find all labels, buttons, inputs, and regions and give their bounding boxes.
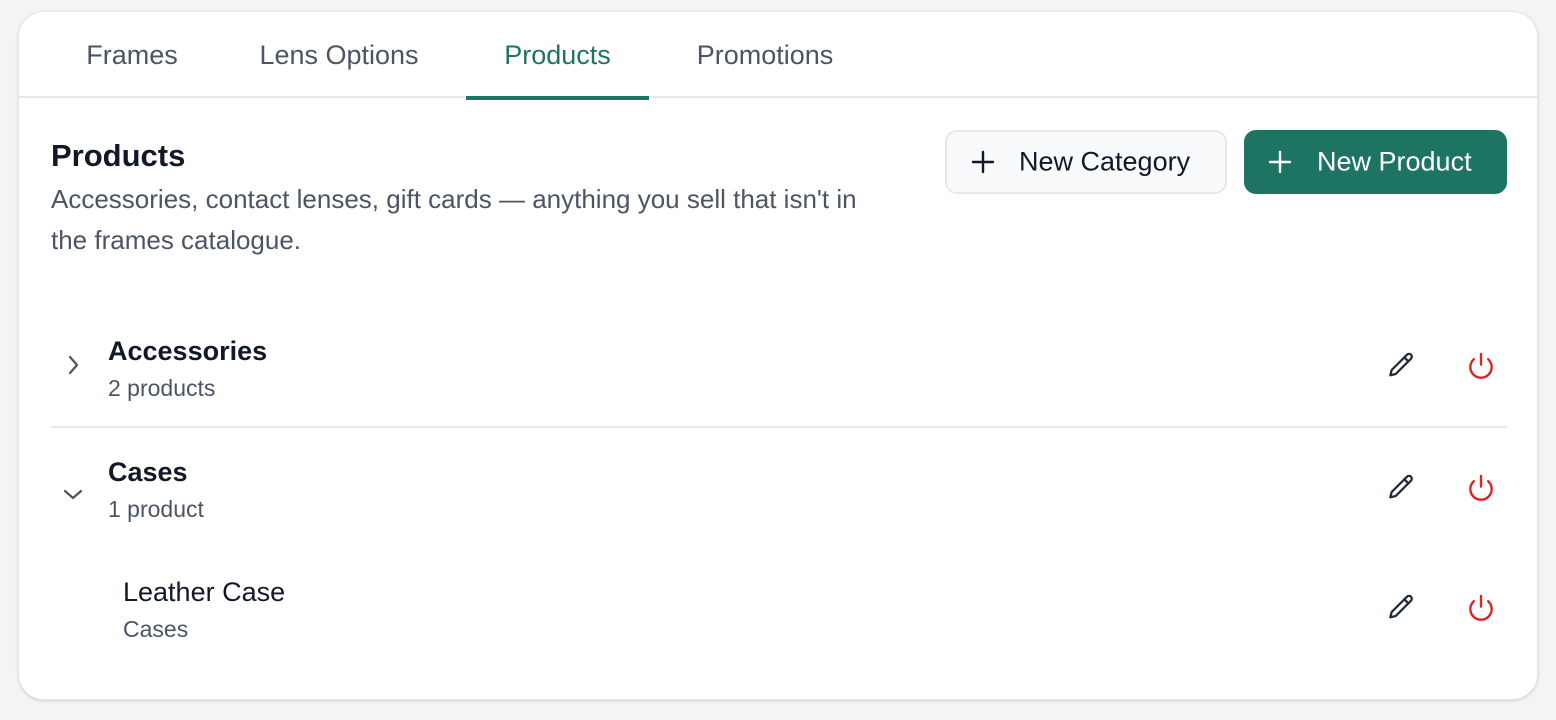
category-row-accessories: Accessories 2 products [51,317,1507,428]
category-count: 1 product [108,496,204,522]
power-icon [1465,350,1497,382]
pencil-icon [1385,592,1417,624]
edit-category-button[interactable] [1381,346,1421,386]
category-name: Cases [108,457,188,487]
plus-icon [971,150,995,174]
tab-lens-options[interactable]: Lens Options [233,12,445,98]
chevron-right-icon[interactable] [61,353,85,377]
edit-product-button[interactable] [1381,588,1421,628]
chevron-down-icon[interactable] [61,483,85,507]
deactivate-category-button[interactable] [1461,346,1501,386]
tab-bar: Frames Lens Options Products Promotions [19,12,1537,100]
tab-frames[interactable]: Frames [59,12,205,98]
deactivate-product-button[interactable] [1461,588,1501,628]
pencil-icon [1385,350,1417,382]
tab-promotions[interactable]: Promotions [673,12,857,98]
tab-label: Frames [86,39,178,70]
power-icon [1465,472,1497,504]
page-title: Products [51,138,186,173]
new-category-label: New Category [1019,146,1191,177]
new-category-button[interactable]: New Category [945,130,1227,194]
category-count: 2 products [108,375,216,401]
deactivate-category-button[interactable] [1461,468,1501,508]
category-row-cases: Cases 1 product [51,429,1507,545]
new-product-label: New Product [1317,146,1472,177]
power-icon [1465,592,1497,624]
tab-label: Promotions [696,39,834,70]
pencil-icon [1385,472,1417,504]
category-name: Accessories [108,336,268,366]
product-name: Leather Case [123,577,286,607]
tab-products[interactable]: Products [466,12,649,100]
product-category: Cases [123,616,189,642]
tab-label: Products [504,39,611,70]
products-card: Frames Lens Options Products Promotions … [18,11,1538,700]
edit-category-button[interactable] [1381,468,1421,508]
tab-label: Lens Options [259,39,419,70]
plus-icon [1268,150,1292,174]
page-description: Accessories, contact lenses, gift cards … [51,184,857,255]
product-row-leather-case: Leather Case Cases [51,549,1507,665]
new-product-button[interactable]: New Product [1244,130,1507,194]
